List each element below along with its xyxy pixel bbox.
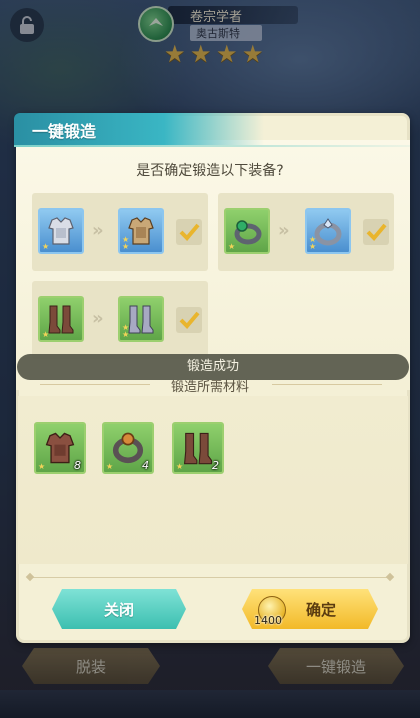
- select-checkbox-ring[interactable]: [363, 219, 389, 245]
- rarity-star-icon: ★: [122, 235, 130, 244]
- rarity-star-icon: ★: [122, 330, 130, 339]
- upgrade-arrow-icon: »: [92, 308, 103, 329]
- material-count: 4: [142, 459, 149, 472]
- rarity-star-icon: ★: [122, 242, 130, 251]
- checkmark-icon: [179, 311, 200, 329]
- rarity-star-icon: ★: [309, 242, 317, 251]
- equipment-slot-chest-current[interactable]: ★: [38, 208, 84, 254]
- material-slot-leather-armor[interactable]: ★ 8: [34, 422, 86, 474]
- upgrade-arrow-icon: »: [92, 220, 103, 241]
- equipment-slot-boots-current[interactable]: ★: [38, 296, 84, 342]
- equipment-slot-chest-result[interactable]: ★ ★: [118, 208, 164, 254]
- button-divider: [30, 577, 390, 578]
- forge-cost: 1400: [254, 614, 282, 627]
- dialog-title: 一键锻造: [32, 122, 97, 141]
- material-slot-ring[interactable]: ★ 4: [102, 422, 154, 474]
- rarity-star-icon: ★: [42, 330, 50, 339]
- rarity-star-icon: ★: [176, 462, 184, 471]
- rarity-star-icon: ★: [42, 242, 50, 251]
- rarity-star-icon: ★: [122, 323, 130, 332]
- checkmark-icon: [179, 223, 200, 241]
- select-checkbox-chest[interactable]: [176, 219, 202, 245]
- equipment-slot-ring-current[interactable]: ★: [224, 208, 270, 254]
- equipment-slot-boots-result[interactable]: ★ ★: [118, 296, 164, 342]
- confirm-label: 确定: [305, 600, 336, 619]
- close-button[interactable]: 关闭: [52, 589, 186, 629]
- material-count: 2: [212, 459, 219, 472]
- rarity-star-icon: ★: [228, 242, 236, 251]
- confirm-question: 是否确定锻造以下装备?: [136, 163, 284, 179]
- select-checkbox-boots[interactable]: [176, 307, 202, 333]
- upgrade-arrow-icon: »: [278, 220, 289, 241]
- material-slot-boots[interactable]: ★ 2: [172, 422, 224, 474]
- title-underline: [14, 145, 410, 147]
- rarity-star-icon: ★: [106, 462, 114, 471]
- checkmark-icon: [366, 223, 387, 241]
- close-label: 关闭: [103, 600, 134, 619]
- forge-success-toast: 锻造成功: [17, 354, 409, 380]
- material-count: 8: [74, 459, 81, 472]
- rarity-star-icon: ★: [309, 235, 317, 244]
- rarity-star-icon: ★: [38, 462, 46, 471]
- equipment-slot-ring-result[interactable]: ★ ★: [305, 208, 351, 254]
